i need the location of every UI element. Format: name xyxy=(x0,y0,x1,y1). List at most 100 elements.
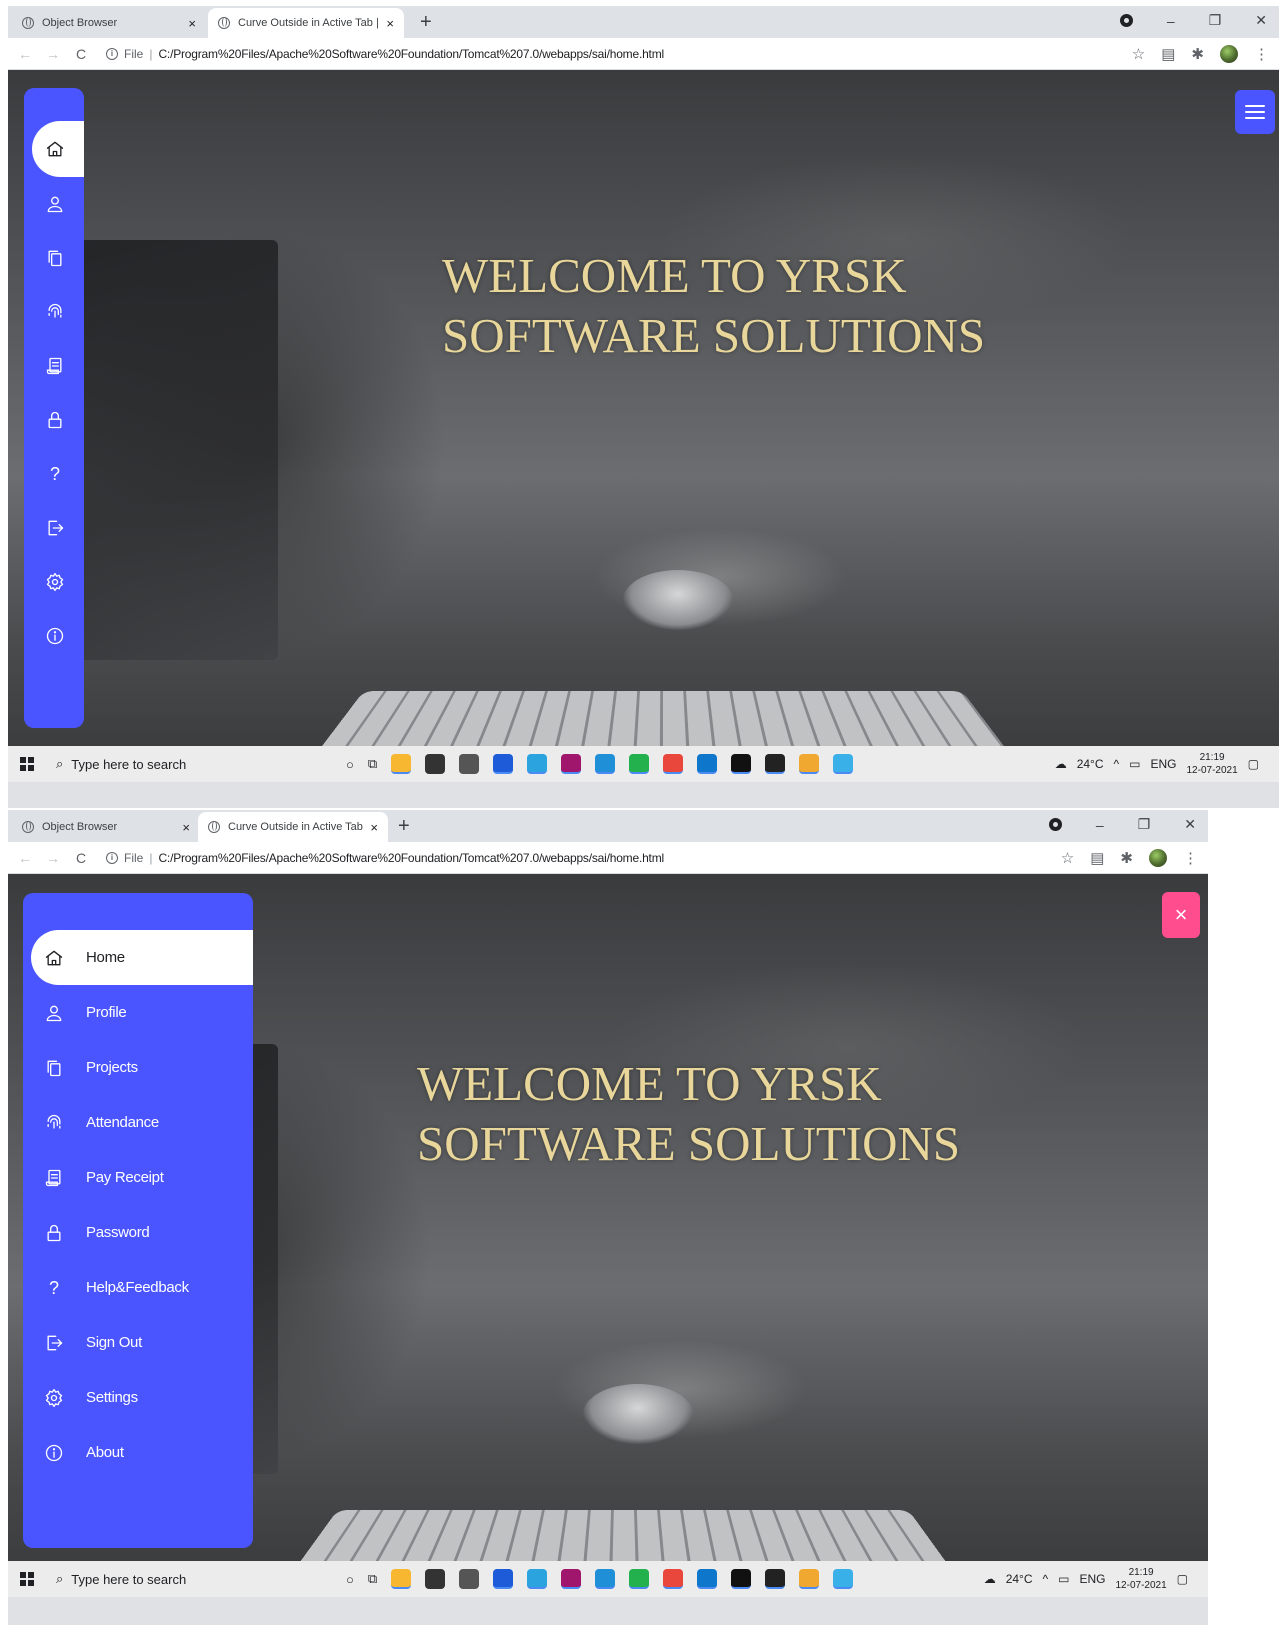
sidebar-item-attendance[interactable]: Attendance xyxy=(23,1095,253,1150)
more-menu-icon[interactable]: ⋮ xyxy=(1183,849,1198,867)
chrome-icon[interactable] xyxy=(663,1569,684,1589)
file-explorer-icon[interactable] xyxy=(391,1569,412,1589)
edge-icon[interactable] xyxy=(595,754,616,774)
vscode-icon[interactable] xyxy=(697,754,718,774)
reload-button[interactable]: C xyxy=(70,46,92,62)
tab-close-button[interactable]: × xyxy=(188,16,196,31)
sidebar-item-sign-out[interactable] xyxy=(24,501,84,555)
file-explorer-icon[interactable] xyxy=(391,754,412,774)
adobe-xd-icon[interactable] xyxy=(561,1569,582,1589)
notifications-icon[interactable]: ▢ xyxy=(1177,1572,1188,1586)
terminal-icon[interactable] xyxy=(731,1569,752,1589)
windows-start-icon[interactable] xyxy=(20,1572,34,1586)
address-bar[interactable]: C:/Program%20Files/Apache%20Software%20F… xyxy=(158,851,664,865)
bookmark-star-icon[interactable]: ☆ xyxy=(1061,849,1074,867)
ie-icon[interactable] xyxy=(833,754,854,774)
pycharm-icon[interactable] xyxy=(629,1569,650,1589)
paint-icon[interactable] xyxy=(799,754,820,774)
taskbar-clock[interactable]: 21:19 12-07-2021 xyxy=(1116,1566,1167,1592)
tab-close-button[interactable]: × xyxy=(370,820,378,835)
tab-close-button[interactable]: × xyxy=(386,16,394,31)
more-menu-icon[interactable]: ⋮ xyxy=(1254,45,1269,63)
tab-active-page[interactable]: Curve Outside in Active Tab | Sidi × xyxy=(198,812,388,842)
minimize-button[interactable]: – xyxy=(1096,817,1104,833)
close-window-button[interactable]: ✕ xyxy=(1255,12,1267,29)
profile-avatar[interactable] xyxy=(1220,45,1238,63)
weather-icon[interactable]: ☁ xyxy=(1055,757,1067,771)
sidebar-item-home[interactable]: Home xyxy=(31,930,253,985)
restore-button[interactable]: ❐ xyxy=(1209,12,1222,29)
language-indicator[interactable]: ENG xyxy=(1079,1572,1105,1586)
sidebar-item-projects[interactable]: Projects xyxy=(23,1040,253,1095)
reading-list-icon[interactable]: ▤ xyxy=(1161,45,1175,63)
weather-icon[interactable]: ☁ xyxy=(984,1572,996,1586)
reload-button[interactable]: C xyxy=(70,850,92,866)
pycharm-icon[interactable] xyxy=(629,754,650,774)
word-icon[interactable] xyxy=(493,754,514,774)
bookmark-star-icon[interactable]: ☆ xyxy=(1132,45,1145,63)
terminal-icon[interactable] xyxy=(731,754,752,774)
store-icon[interactable] xyxy=(425,1569,446,1589)
hamburger-menu-button[interactable] xyxy=(1235,90,1275,134)
sidebar-item-attendance[interactable] xyxy=(24,285,84,339)
close-menu-button[interactable]: × xyxy=(1162,892,1200,938)
mail-icon[interactable] xyxy=(459,1569,480,1589)
tab-object-browser[interactable]: Object Browser × xyxy=(12,812,200,842)
sidebar-item-settings[interactable]: Settings xyxy=(23,1370,253,1425)
task-view-icon[interactable]: ⧉ xyxy=(368,1571,377,1587)
task-view-icon[interactable]: ⧉ xyxy=(368,756,377,772)
ie-icon[interactable] xyxy=(833,1569,854,1589)
extensions-icon[interactable]: ✱ xyxy=(1120,849,1133,867)
reading-list-icon[interactable]: ▤ xyxy=(1090,849,1104,867)
new-tab-button[interactable]: + xyxy=(398,815,410,838)
whatsapp-icon[interactable] xyxy=(527,1569,548,1589)
sidebar-item-about[interactable] xyxy=(24,609,84,663)
taskbar-search[interactable]: ⌕ Type here to search xyxy=(56,756,326,772)
vscode-icon[interactable] xyxy=(697,1569,718,1589)
info-icon[interactable]: i xyxy=(106,851,118,864)
weather-temp[interactable]: 24°C xyxy=(1077,757,1104,771)
language-indicator[interactable]: ENG xyxy=(1150,757,1176,771)
adobe-xd-icon[interactable] xyxy=(561,754,582,774)
close-window-button[interactable]: ✕ xyxy=(1184,816,1196,833)
info-icon[interactable]: i xyxy=(106,47,118,60)
back-button[interactable]: ← xyxy=(14,850,36,866)
chrome-icon[interactable] xyxy=(663,754,684,774)
store-icon[interactable] xyxy=(425,754,446,774)
minimize-button[interactable]: – xyxy=(1167,13,1175,29)
weather-temp[interactable]: 24°C xyxy=(1006,1572,1033,1586)
taskbar-search[interactable]: ⌕ Type here to search xyxy=(56,1571,326,1587)
tray-chevron-icon[interactable]: ^ xyxy=(1043,1572,1049,1586)
back-button[interactable]: ← xyxy=(14,46,36,62)
photos-icon[interactable] xyxy=(765,1569,786,1589)
cortana-icon[interactable]: ○ xyxy=(346,1572,354,1587)
sidebar-item-pay-receipt[interactable]: Pay Receipt xyxy=(23,1150,253,1205)
tab-close-button[interactable]: × xyxy=(182,820,190,835)
record-icon[interactable] xyxy=(1048,818,1062,831)
whatsapp-icon[interactable] xyxy=(527,754,548,774)
windows-start-icon[interactable] xyxy=(20,757,34,771)
forward-button[interactable]: → xyxy=(42,850,64,866)
restore-button[interactable]: ❐ xyxy=(1138,816,1151,833)
taskbar-clock[interactable]: 21:19 12-07-2021 xyxy=(1187,751,1238,777)
record-icon[interactable] xyxy=(1119,14,1133,27)
sidebar-item-password[interactable]: Password xyxy=(23,1205,253,1260)
sidebar-item-password[interactable] xyxy=(24,393,84,447)
tab-object-browser[interactable]: Object Browser × xyxy=(12,8,206,38)
sidebar-item-sign-out[interactable]: Sign Out xyxy=(23,1315,253,1370)
sidebar-item-home[interactable] xyxy=(32,121,84,177)
paint-icon[interactable] xyxy=(799,1569,820,1589)
cortana-icon[interactable]: ○ xyxy=(346,757,354,772)
address-bar[interactable]: C:/Program%20Files/Apache%20Software%20F… xyxy=(158,47,664,61)
mail-icon[interactable] xyxy=(459,754,480,774)
battery-icon[interactable]: ▭ xyxy=(1058,1572,1069,1586)
sidebar-item-help-feedback[interactable]: ? Help&Feedback xyxy=(23,1260,253,1315)
forward-button[interactable]: → xyxy=(42,46,64,62)
sidebar-item-profile[interactable]: Profile xyxy=(23,985,253,1040)
extensions-icon[interactable]: ✱ xyxy=(1191,45,1204,63)
sidebar-item-projects[interactable] xyxy=(24,231,84,285)
profile-avatar[interactable] xyxy=(1149,849,1167,867)
photos-icon[interactable] xyxy=(765,754,786,774)
new-tab-button[interactable]: + xyxy=(420,11,432,34)
tab-active-page[interactable]: Curve Outside in Active Tab | Sidi × xyxy=(208,8,404,38)
